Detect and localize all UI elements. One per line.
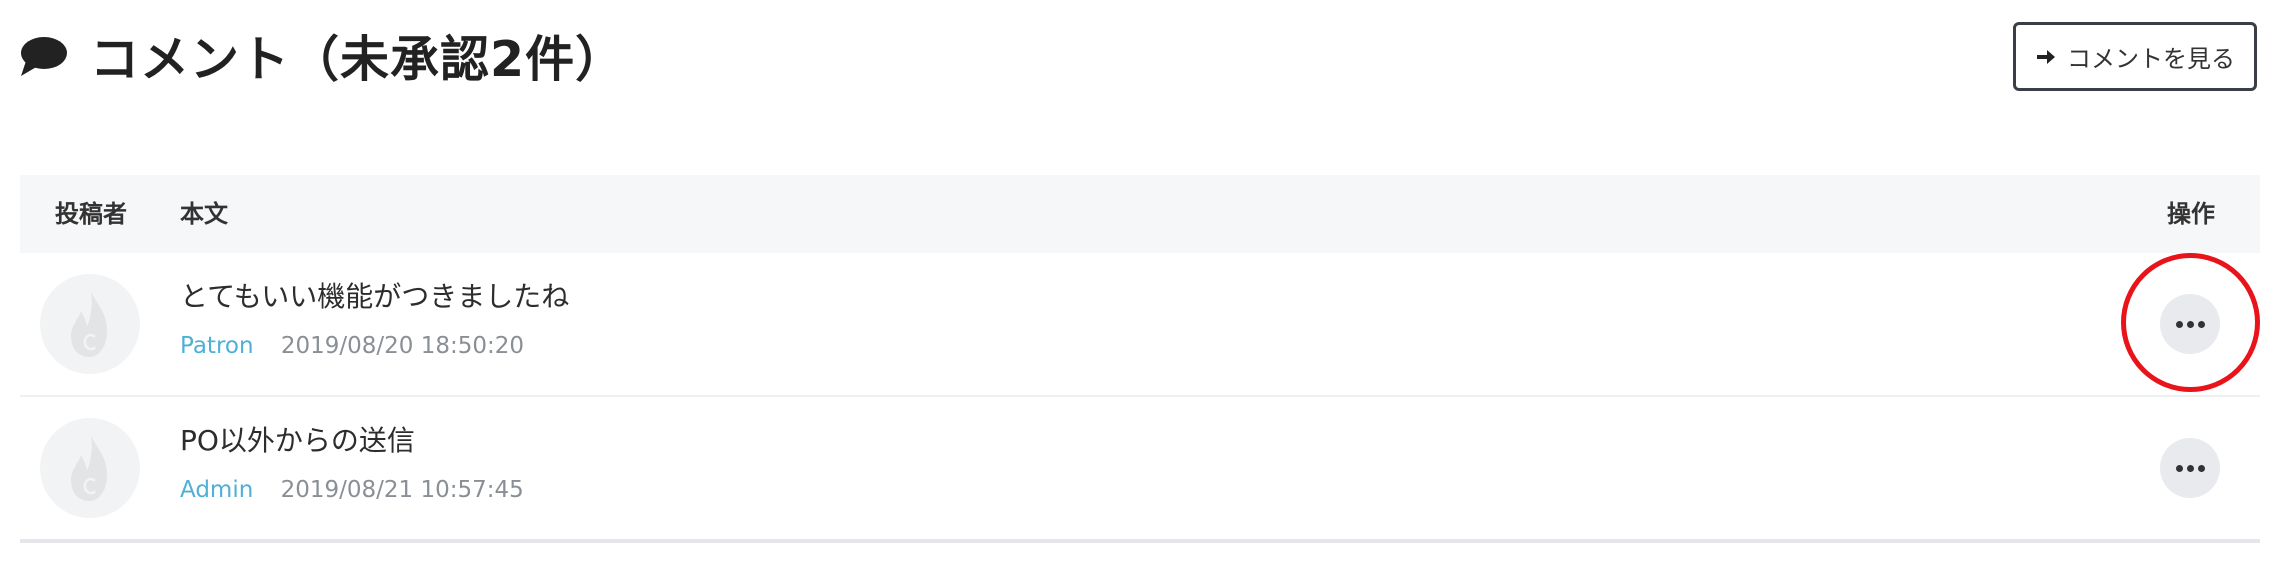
view-comments-button[interactable]: コメントを見る bbox=[2013, 22, 2257, 91]
page-title: コメント（未承認2件） bbox=[90, 31, 626, 88]
column-header-actions: 操作 bbox=[2167, 200, 2215, 228]
more-dots-icon bbox=[2175, 464, 2183, 472]
flame-avatar-icon bbox=[71, 435, 107, 501]
column-header-body: 本文 bbox=[180, 200, 228, 228]
table-row: PO以外からの送信 Admin 2019/08/21 10:57:45 bbox=[20, 397, 2260, 543]
view-comments-label: コメントを見る bbox=[2067, 45, 2235, 73]
comment-author-link[interactable]: Admin bbox=[180, 477, 253, 503]
table-row: とてもいい機能がつきましたね Patron 2019/08/20 18:50:2… bbox=[20, 253, 2260, 397]
table-header: 投稿者 本文 操作 bbox=[20, 175, 2260, 253]
arrow-right-icon bbox=[2035, 46, 2057, 68]
comments-table: 投稿者 本文 操作 とてもいい機能がつきましたね Patron 2019/08/… bbox=[20, 175, 2260, 543]
more-actions-button[interactable] bbox=[2160, 294, 2220, 354]
comment-meta: Patron 2019/08/20 18:50:20 bbox=[180, 333, 524, 359]
comment-body: PO以外からの送信 bbox=[180, 424, 415, 457]
comment-date: 2019/08/20 18:50:20 bbox=[280, 333, 525, 359]
avatar bbox=[40, 274, 140, 374]
more-dots-icon bbox=[2175, 320, 2183, 328]
speech-bubble-icon bbox=[18, 34, 68, 78]
comment-body: とてもいい機能がつきましたね bbox=[180, 280, 570, 313]
comment-author-link[interactable]: Patron bbox=[180, 333, 254, 359]
comment-meta: Admin 2019/08/21 10:57:45 bbox=[180, 477, 524, 503]
comment-date: 2019/08/21 10:57:45 bbox=[280, 477, 524, 503]
column-header-author: 投稿者 bbox=[55, 200, 127, 228]
flame-avatar-icon bbox=[71, 291, 107, 357]
more-actions-button[interactable] bbox=[2160, 438, 2220, 498]
avatar bbox=[40, 418, 140, 518]
page-header: コメント（未承認2件） bbox=[18, 20, 625, 91]
